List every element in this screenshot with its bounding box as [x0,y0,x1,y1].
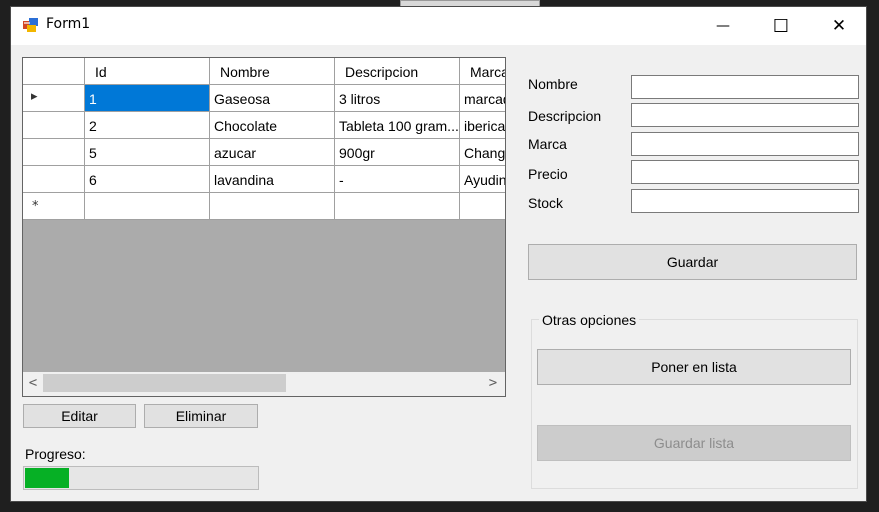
scrollbar-thumb[interactable] [43,374,286,392]
app-icon [23,18,38,32]
table-cell[interactable]: Chocolate [210,112,335,139]
table-cell[interactable]: marcad [460,85,505,112]
table-cell[interactable]: Tableta 100 gram... [335,112,460,139]
table-cell[interactable]: Ayudin [460,166,505,193]
table-cell[interactable]: 2 [85,112,210,139]
products-grid[interactable]: Id Nombre Descripcion Marca ▸ 1 Gaseosa … [22,57,506,397]
editar-button[interactable]: Editar [23,404,136,428]
descripcion-label: Descripcion [528,108,602,124]
table-cell[interactable]: lavandina [210,166,335,193]
row-header[interactable] [23,139,85,166]
column-header-marca[interactable]: Marca [460,58,505,85]
group-title: Otras opciones [539,312,640,328]
column-header-descripcion[interactable]: Descripcion [335,58,460,85]
new-row-cell[interactable] [335,193,460,220]
new-row-header[interactable]: * [23,193,85,220]
marca-label: Marca [528,136,567,152]
minimize-button[interactable]: — [694,7,752,45]
close-icon: ✕ [831,16,847,36]
close-button[interactable]: ✕ [810,7,868,45]
table-cell[interactable]: 6 [85,166,210,193]
row-header[interactable] [23,166,85,193]
form-window: Form1 — ☐ ✕ Id Nombre Descripcion Marca … [10,6,867,502]
table-cell[interactable]: Gaseosa [210,85,335,112]
scroll-left-icon[interactable]: < [25,375,41,393]
table-cell[interactable]: - [335,166,460,193]
poner-en-lista-button[interactable]: Poner en lista [537,349,851,385]
table-cell[interactable]: 3 litros [335,85,460,112]
window-title: Form1 [46,16,91,32]
table-cell[interactable]: azucar [210,139,335,166]
table-cell[interactable]: 1 [85,85,210,112]
horizontal-scrollbar[interactable]: < > [23,372,505,396]
nombre-input[interactable] [631,75,859,99]
new-row-icon: * [32,199,39,214]
new-row-cell[interactable] [85,193,210,220]
minimize-icon: — [716,18,730,34]
stock-input[interactable] [631,189,859,213]
table-cell[interactable]: Chang [460,139,505,166]
eliminar-button[interactable]: Eliminar [144,404,258,428]
table-cell[interactable]: iberica [460,112,505,139]
progress-bar-fill [25,468,69,488]
table-cell[interactable]: 900gr [335,139,460,166]
guardar-button[interactable]: Guardar [528,244,857,280]
column-header-id[interactable]: Id [85,58,210,85]
table-cell[interactable]: 5 [85,139,210,166]
column-header-nombre[interactable]: Nombre [210,58,335,85]
row-header[interactable]: ▸ [23,85,85,112]
new-row-cell[interactable] [210,193,335,220]
grid-corner-header[interactable] [23,58,85,85]
new-row-cell[interactable] [460,193,505,220]
precio-label: Precio [528,166,568,182]
progress-bar [23,466,259,490]
progress-label: Progreso: [25,446,86,462]
otras-opciones-group [531,319,858,489]
nombre-label: Nombre [528,76,578,92]
maximize-icon: ☐ [772,15,790,37]
stock-label: Stock [528,195,564,211]
descripcion-input[interactable] [631,103,859,127]
precio-input[interactable] [631,160,859,184]
scroll-right-icon[interactable]: > [485,375,501,393]
row-header[interactable] [23,112,85,139]
current-row-icon: ▸ [31,89,38,104]
guardar-lista-button: Guardar lista [537,425,851,461]
maximize-button[interactable]: ☐ [752,7,810,45]
title-bar: Form1 — ☐ ✕ [11,7,866,45]
marca-input[interactable] [631,132,859,156]
